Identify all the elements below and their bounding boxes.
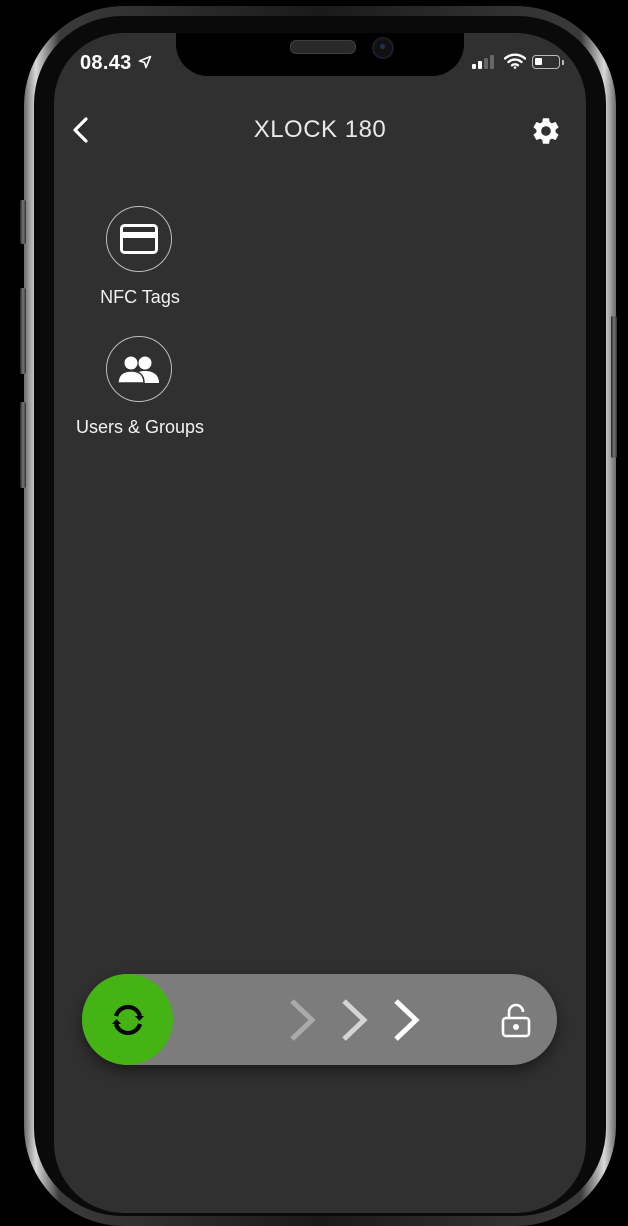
phone-side-button bbox=[20, 200, 26, 244]
settings-button[interactable] bbox=[530, 115, 562, 147]
phone-side-button bbox=[611, 316, 617, 458]
users-groups-tile[interactable]: Users & Groups bbox=[55, 336, 225, 454]
cellular-signal-icon bbox=[472, 53, 498, 69]
status-time-text: 08.43 bbox=[80, 52, 132, 74]
speaker bbox=[290, 40, 356, 54]
back-button[interactable] bbox=[64, 113, 98, 147]
status-time: 08.43 bbox=[80, 52, 152, 75]
phone-side-button bbox=[20, 288, 26, 374]
users-groups-label: Users & Groups bbox=[75, 417, 205, 437]
unlock-slider[interactable] bbox=[82, 974, 557, 1065]
unlocked-padlock-icon bbox=[501, 1003, 531, 1038]
wifi-icon bbox=[504, 53, 526, 69]
credit-card-icon bbox=[120, 224, 158, 254]
nfc-tags-icon-circle bbox=[106, 206, 172, 272]
notch bbox=[176, 33, 464, 76]
nfc-tags-label: NFC Tags bbox=[100, 287, 180, 307]
users-groups-icon-circle bbox=[106, 336, 172, 402]
battery-icon bbox=[532, 55, 560, 69]
camera bbox=[372, 37, 394, 59]
battery-cap bbox=[562, 60, 564, 65]
page-title: XLOCK 180 bbox=[253, 116, 387, 143]
chevron-right-icon bbox=[290, 999, 316, 1041]
gear-icon bbox=[533, 118, 559, 144]
chevron-right-icon bbox=[394, 999, 420, 1041]
sync-arrows-icon bbox=[111, 1004, 144, 1035]
app-screen: 08.43 XLOCK 180 NFC Tags Users & Groups bbox=[54, 33, 586, 1213]
location-arrow-icon bbox=[139, 55, 152, 69]
phone-side-button bbox=[20, 402, 26, 488]
unlock-slider-knob[interactable] bbox=[82, 974, 173, 1065]
chevron-right-icon bbox=[342, 999, 368, 1041]
users-icon bbox=[117, 356, 159, 384]
nfc-tags-tile[interactable]: NFC Tags bbox=[55, 206, 225, 324]
chevron-left-icon bbox=[73, 117, 88, 143]
battery-level bbox=[535, 58, 542, 65]
